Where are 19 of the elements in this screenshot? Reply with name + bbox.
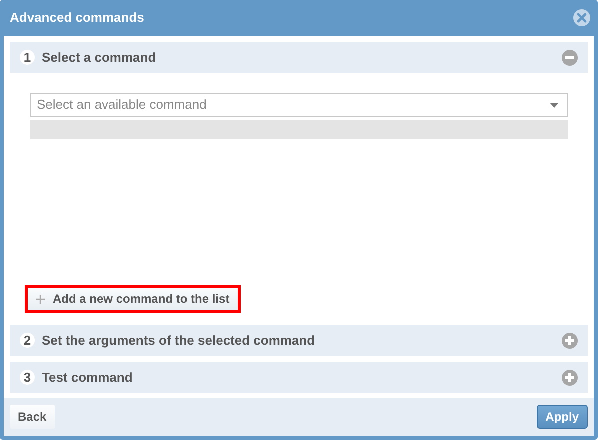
section-header[interactable]: 2 Set the arguments of the selected command: [10, 325, 588, 356]
window-title: Advanced commands: [10, 9, 144, 28]
add-command-button[interactable]: Add a new command to the list: [25, 285, 241, 313]
expand-icon[interactable]: [562, 370, 578, 386]
section-title: Select a command: [42, 48, 158, 67]
close-icon[interactable]: [573, 9, 591, 27]
section-header[interactable]: 3 Test command: [10, 362, 588, 393]
section-title: Set the arguments of the selected command: [42, 332, 316, 350]
step-number: 1: [20, 50, 35, 65]
command-select[interactable]: Select an available command: [30, 93, 568, 117]
back-button[interactable]: Back: [10, 405, 55, 429]
step-number: 3: [20, 370, 35, 385]
section-title: Test command: [42, 368, 134, 387]
plus-icon: [36, 294, 45, 304]
step-number: 2: [20, 333, 35, 348]
caret-icon: [550, 102, 559, 108]
expand-icon[interactable]: [562, 332, 578, 348]
collapse-icon[interactable]: [562, 50, 578, 66]
section-header[interactable]: 1 Select a command: [10, 42, 588, 73]
